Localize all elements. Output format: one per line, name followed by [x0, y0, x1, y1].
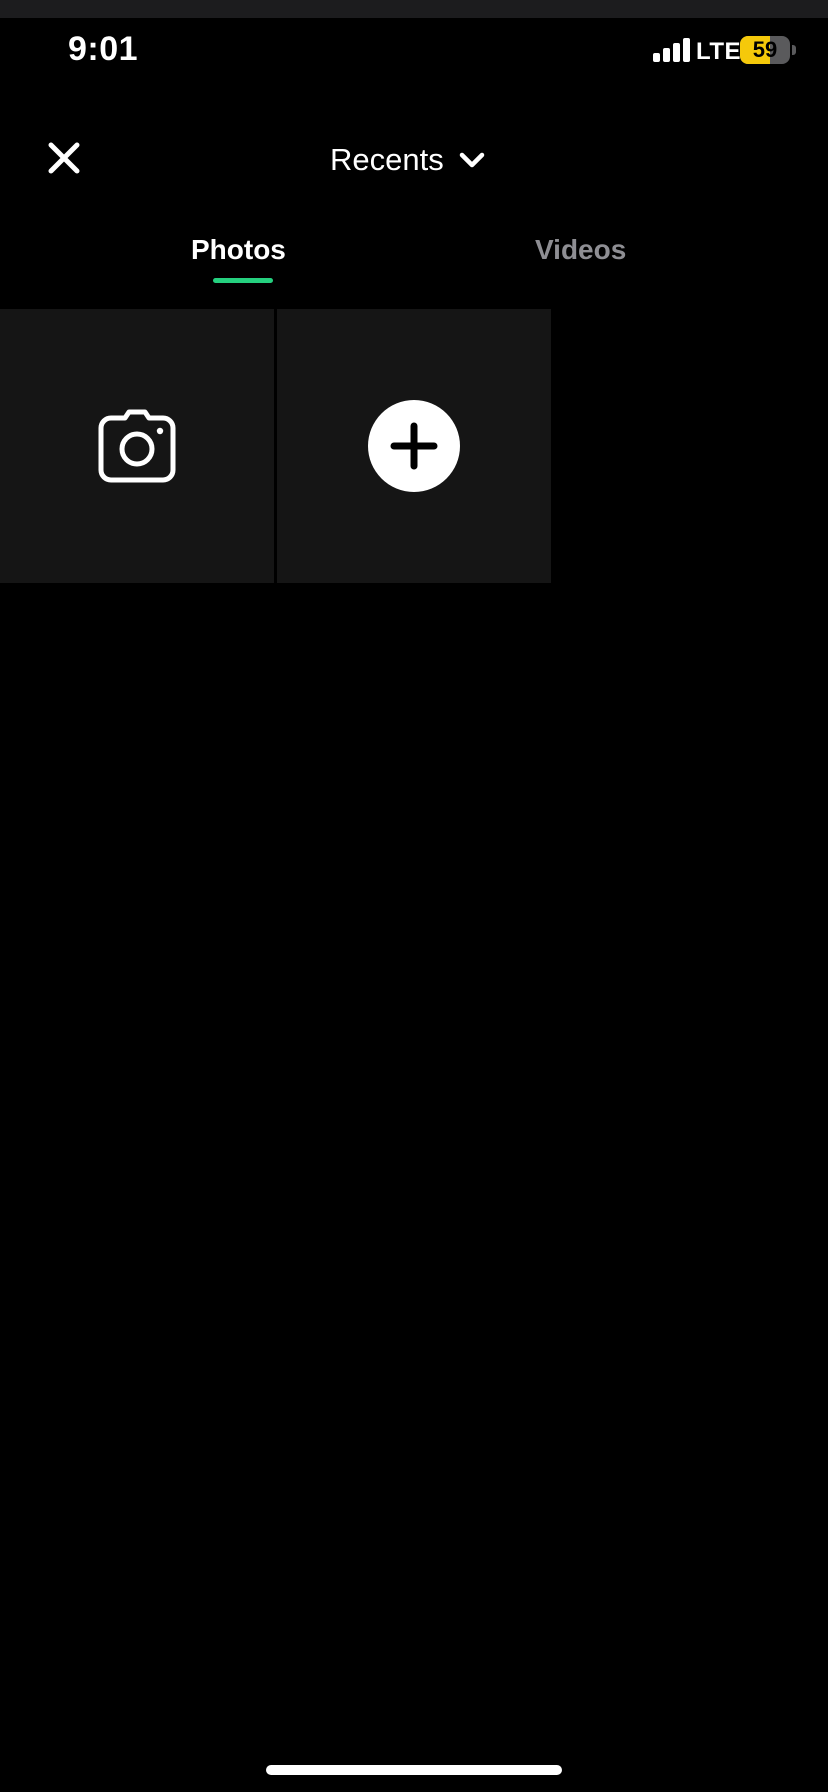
tab-videos[interactable]: Videos — [535, 234, 626, 266]
top-strip — [0, 0, 828, 18]
signal-bar — [653, 53, 660, 62]
camera-icon — [98, 409, 176, 483]
tab-photos[interactable]: Photos — [191, 234, 286, 266]
home-indicator[interactable] — [266, 1765, 562, 1775]
status-time: 9:01 — [68, 30, 139, 68]
signal-bar — [673, 43, 680, 62]
camera-tile[interactable] — [0, 309, 274, 583]
photo-picker-screen: 9:01 LTE 59 Recents Photos Videos — [0, 0, 828, 1792]
plus-icon — [390, 422, 438, 470]
close-button[interactable] — [44, 138, 84, 178]
signal-bar — [663, 48, 670, 62]
status-bar: 9:01 LTE 59 — [0, 18, 828, 84]
cellular-signal-icon — [653, 38, 691, 62]
album-selector[interactable]: Recents — [330, 138, 486, 182]
network-type: LTE — [696, 38, 742, 65]
tab-selected-indicator — [213, 278, 273, 283]
battery-level: 59 — [752, 37, 778, 62]
battery-icon: 59 — [740, 36, 790, 64]
battery-cap — [792, 45, 796, 55]
add-photo-tile[interactable] — [277, 309, 551, 583]
chevron-down-icon — [459, 152, 484, 168]
signal-bar — [683, 38, 690, 62]
close-icon — [48, 142, 80, 174]
album-title: Recents — [330, 142, 444, 177]
plus-circle-icon — [368, 400, 460, 492]
